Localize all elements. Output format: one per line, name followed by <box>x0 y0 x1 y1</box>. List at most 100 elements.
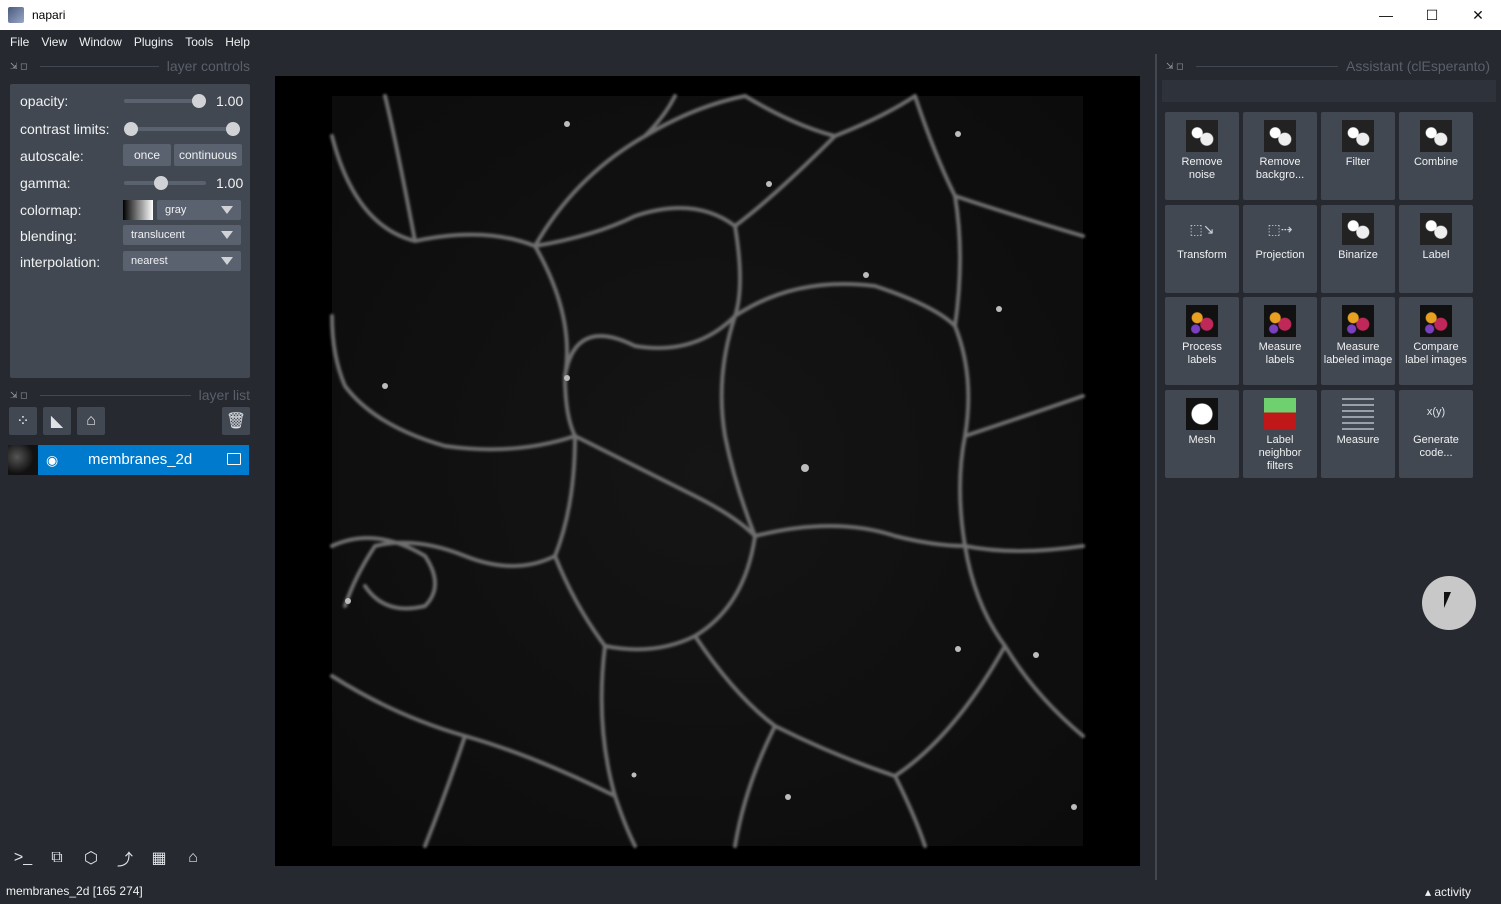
transpose-button[interactable]: ⤴ <box>110 844 140 872</box>
cube-icon: ⧉ <box>51 849 63 866</box>
tile-label: Measure labeled image <box>1323 341 1393 366</box>
tile-label: Generate code... <box>1413 434 1459 459</box>
menu-tools[interactable]: Tools <box>179 35 219 49</box>
menu-view[interactable]: View <box>35 35 73 49</box>
label-neighbor-filters-icon <box>1264 398 1296 430</box>
interpolation-select[interactable]: nearest <box>123 251 241 271</box>
tile-combine[interactable]: Combine <box>1399 112 1473 200</box>
colormap-select[interactable]: gray <box>157 200 241 220</box>
layer-controls-titlebar: ⇲ ◻ layer controls <box>10 57 250 75</box>
dock-splitter[interactable] <box>1155 54 1157 880</box>
combine-icon <box>1420 120 1452 152</box>
tile-generate-code[interactable]: x(y) Generate code... <box>1399 390 1473 478</box>
tile-label-neighbor-filters[interactable]: Label neighbor filters <box>1243 390 1317 478</box>
maximize-button[interactable]: ☐ <box>1409 0 1455 30</box>
blending-select[interactable]: translucent <box>123 225 241 245</box>
opacity-slider[interactable] <box>124 94 206 108</box>
tile-mesh[interactable]: Mesh <box>1165 390 1239 478</box>
console-button[interactable]: >_ <box>8 844 38 872</box>
layer-row[interactable]: ◉ membranes_2d <box>8 445 249 475</box>
chevron-down-icon <box>221 206 233 214</box>
tile-label: Mesh <box>1188 434 1216 446</box>
blending-label: blending: <box>20 228 77 244</box>
layer-controls-panel: opacity: 1.00 contrast limits: autoscale… <box>10 84 250 378</box>
opacity-thumb[interactable] <box>192 94 206 108</box>
float-icon[interactable]: ⇲ ◻ <box>10 390 28 401</box>
menu-plugins[interactable]: Plugins <box>128 35 179 49</box>
layer-name[interactable]: membranes_2d <box>88 451 192 468</box>
tile-label[interactable]: Label <box>1399 205 1473 293</box>
tile-label: Label <box>1422 249 1450 261</box>
chevron-down-icon <box>221 231 233 239</box>
tile-label: Measure <box>1336 434 1380 446</box>
window-title: napari <box>32 8 66 22</box>
autoscale-once-button[interactable]: once <box>123 144 171 166</box>
tile-label: Measure labels <box>1258 341 1302 366</box>
tile-process-labels[interactable]: Process labels <box>1165 297 1239 385</box>
transpose-icon: ⤴ <box>116 852 133 869</box>
tile-label: Remove backgro... <box>1255 156 1305 181</box>
gamma-slider[interactable] <box>124 176 206 190</box>
mouse-cursor-icon <box>1444 592 1451 608</box>
home-button[interactable]: ⌂ <box>178 844 208 872</box>
label-icon <box>1420 213 1452 245</box>
tile-transform[interactable]: ⬚↘ Transform <box>1165 205 1239 293</box>
projection-icon: ⬚⇢ <box>1267 221 1293 237</box>
gamma-value: 1.00 <box>216 175 244 191</box>
tile-label: Projection <box>1255 249 1305 261</box>
new-labels-layer-button[interactable]: ⌂ <box>77 407 105 435</box>
colormap-swatch <box>123 200 153 220</box>
ndisplay-button[interactable]: ⧉ <box>42 844 72 872</box>
viewer-buttons: >_ ⧉ ⬡ ⤴ ▦ ⌂ <box>8 844 212 872</box>
delete-layer-button[interactable]: 🗑 <box>222 407 250 435</box>
menu-file[interactable]: File <box>4 35 35 49</box>
menu-window[interactable]: Window <box>73 35 128 49</box>
close-button[interactable]: ✕ <box>1455 0 1501 30</box>
autoscale-continuous-button[interactable]: continuous <box>174 144 242 166</box>
trash-icon: 🗑 <box>225 413 247 430</box>
blending-select-value: translucent <box>131 229 185 241</box>
float-icon[interactable]: ⇲ ◻ <box>1166 61 1184 72</box>
grid-button[interactable]: ▦ <box>144 844 174 872</box>
float-icon[interactable]: ⇲ ◻ <box>10 61 28 72</box>
interpolation-label: interpolation: <box>20 254 101 270</box>
menu-bar: File View Window Plugins Tools Help <box>0 30 1501 54</box>
tile-measure-labels[interactable]: Measure labels <box>1243 297 1317 385</box>
opacity-label: opacity: <box>20 93 69 109</box>
tile-compare-label-images[interactable]: Compare label images <box>1399 297 1473 385</box>
tile-projection[interactable]: ⬚⇢ Projection <box>1243 205 1317 293</box>
tile-filter[interactable]: Filter <box>1321 112 1395 200</box>
napari-logo-icon <box>8 7 24 23</box>
shapes-icon: ◣ <box>50 413 64 430</box>
console-icon: >_ <box>13 849 33 866</box>
tag-icon: ⌂ <box>86 412 96 429</box>
menu-help[interactable]: Help <box>219 35 256 49</box>
tile-label: Combine <box>1413 156 1459 168</box>
mesh-icon <box>1186 398 1218 430</box>
activity-button[interactable]: ▴ activity <box>1425 885 1471 899</box>
tile-remove-noise[interactable]: Remove noise <box>1165 112 1239 200</box>
new-shapes-layer-button[interactable]: ◣ <box>43 407 71 435</box>
tile-label: Binarize <box>1338 249 1378 261</box>
gamma-label: gamma: <box>20 175 71 191</box>
assistant-title: Assistant (clEsperanto) <box>1346 58 1490 74</box>
gamma-thumb[interactable] <box>154 176 168 190</box>
tile-measure[interactable]: Measure <box>1321 390 1395 478</box>
measure-labeled-image-icon <box>1342 305 1374 337</box>
activity-label: activity <box>1434 885 1471 899</box>
tile-label: Remove noise <box>1181 156 1223 181</box>
eye-icon[interactable]: ◉ <box>46 452 58 469</box>
colormap-label: colormap: <box>20 202 82 218</box>
tile-measure-labeled-image[interactable]: Measure labeled image <box>1321 297 1395 385</box>
roll-button[interactable]: ⬡ <box>76 844 106 872</box>
minimize-button[interactable]: — <box>1363 0 1409 30</box>
opacity-value: 1.00 <box>216 93 244 109</box>
tile-binarize[interactable]: Binarize <box>1321 205 1395 293</box>
new-points-layer-button[interactable]: ⁘ <box>9 407 37 435</box>
contrast-limits-slider[interactable] <box>124 122 240 136</box>
contrast-min-thumb[interactable] <box>124 122 138 136</box>
tile-remove-background[interactable]: Remove backgro... <box>1243 112 1317 200</box>
home-icon: ⌂ <box>188 849 198 866</box>
contrast-max-thumb[interactable] <box>226 122 240 136</box>
viewer-canvas[interactable] <box>275 76 1140 866</box>
